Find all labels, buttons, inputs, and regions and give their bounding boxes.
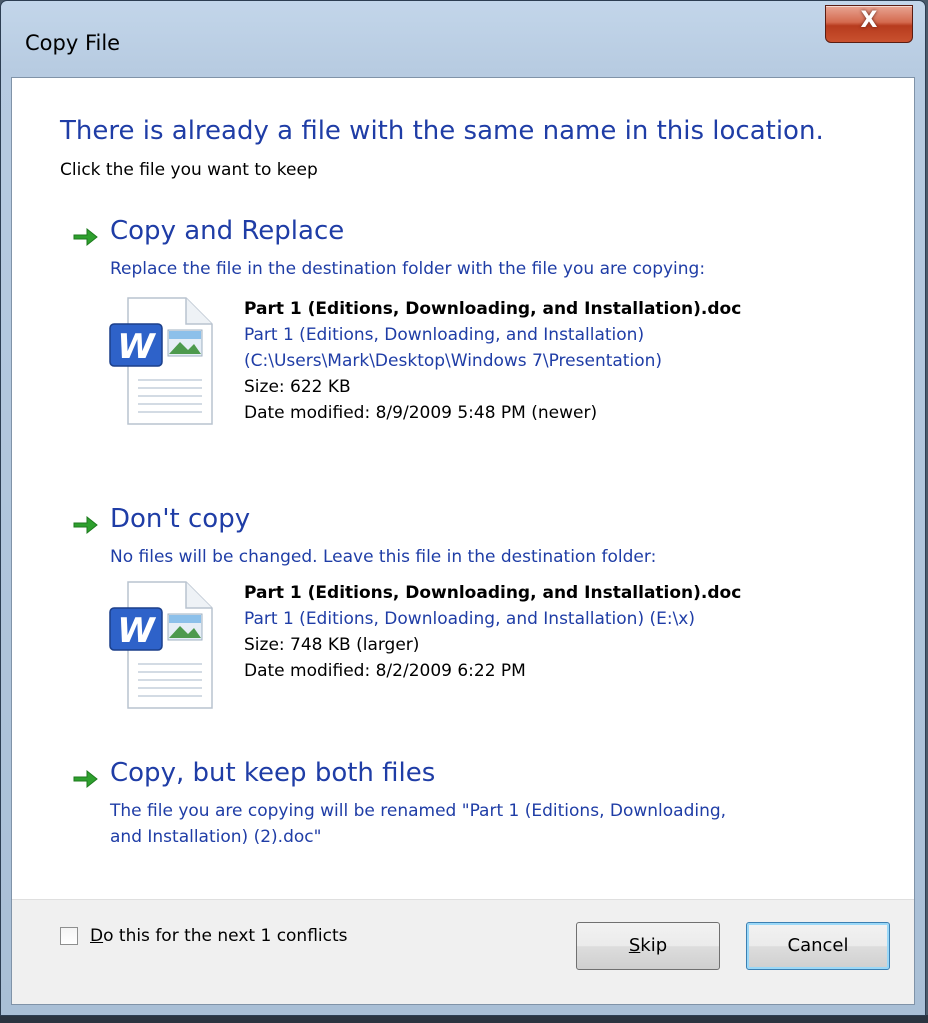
window-title: Copy File	[25, 31, 121, 55]
file-name: Part 1 (Editions, Downloading, and Insta…	[244, 583, 742, 603]
dialog-footer: Do this for the next 1 conflicts Skip Ca…	[12, 899, 914, 1004]
close-icon: X	[860, 8, 878, 33]
skip-button[interactable]: Skip	[576, 922, 720, 970]
option-description: Replace the file in the destination fold…	[110, 259, 706, 279]
do-this-for-all-checkbox[interactable]	[60, 927, 78, 945]
file-size: Size: 622 KB	[244, 377, 351, 397]
desktop-background	[0, 1015, 928, 1023]
option-description: No files will be changed. Leave this fil…	[110, 547, 657, 567]
file-name: Part 1 (Editions, Downloading, and Insta…	[244, 299, 742, 319]
dialog-content: There is already a file with the same na…	[11, 77, 915, 1005]
cancel-button[interactable]: Cancel	[746, 922, 890, 970]
file-location: Part 1 (Editions, Downloading, and Insta…	[244, 325, 645, 345]
word-document-icon: W	[109, 297, 213, 425]
option-description: The file you are copying will be renamed…	[110, 798, 880, 850]
file-date-modified: Date modified: 8/9/2009 5:48 PM (newer)	[244, 403, 598, 423]
word-document-icon: W	[109, 581, 213, 709]
file-date-modified: Date modified: 8/2/2009 6:22 PM	[244, 661, 526, 681]
do-this-for-all-option[interactable]: Do this for the next 1 conflicts	[60, 926, 348, 946]
file-location: Part 1 (Editions, Downloading, and Insta…	[244, 609, 695, 629]
option-title: Copy and Replace	[110, 216, 345, 246]
option-description-line: The file you are copying will be renamed…	[110, 801, 727, 821]
file-size: Size: 748 KB (larger)	[244, 635, 420, 655]
svg-text:W: W	[117, 611, 156, 651]
option-title: Copy, but keep both files	[110, 758, 436, 788]
title-bar[interactable]: Copy File X	[1, 1, 925, 76]
svg-text:W: W	[117, 327, 156, 367]
copy-file-dialog: Copy File X There is already a file with…	[0, 0, 926, 1016]
green-arrow-icon	[73, 515, 98, 535]
do-this-for-all-label[interactable]: Do this for the next 1 conflicts	[90, 926, 348, 946]
option-copy-and-replace[interactable]: Copy and Replace Replace the file in the…	[70, 216, 870, 466]
option-keep-both[interactable]: Copy, but keep both files The file you a…	[70, 758, 870, 858]
option-title: Don't copy	[110, 504, 251, 534]
file-details-destination: W Part 1 (Editions, Downloading, and Ins…	[108, 580, 868, 710]
green-arrow-icon	[73, 769, 98, 789]
green-arrow-icon	[73, 227, 98, 247]
file-location-path: (C:\Users\Mark\Desktop\Windows 7\Present…	[244, 351, 663, 371]
close-button[interactable]: X	[825, 5, 913, 43]
dialog-headline: There is already a file with the same na…	[60, 116, 824, 146]
dialog-subhead: Click the file you want to keep	[60, 160, 318, 180]
option-description-line: and Installation) (2).doc"	[110, 827, 322, 847]
option-dont-copy[interactable]: Don't copy No files will be changed. Lea…	[70, 504, 870, 714]
file-details-source: W Part 1 (Editions, Downloading, and Ins…	[108, 296, 868, 446]
